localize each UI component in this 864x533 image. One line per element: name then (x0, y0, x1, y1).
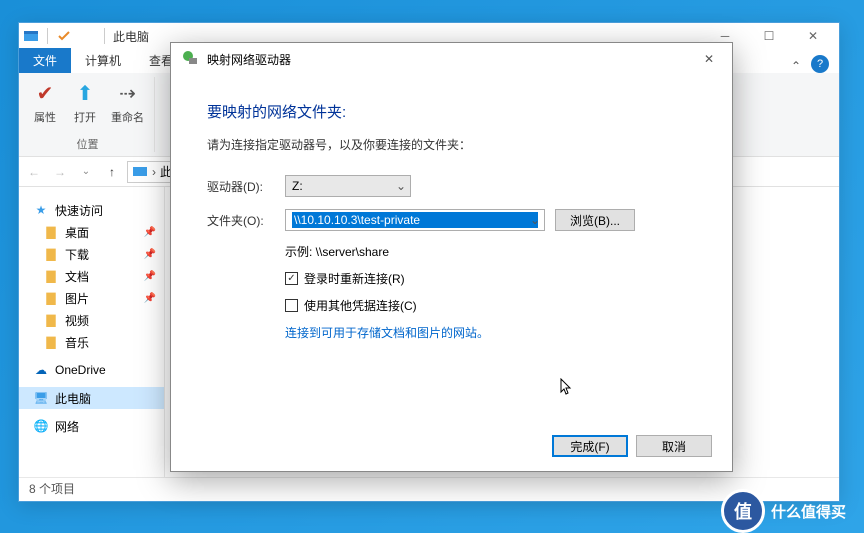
chevron-down-icon: ⌄ (396, 179, 406, 193)
cloud-icon: ☁ (33, 362, 49, 378)
pc-icon (132, 164, 148, 180)
pin-icon: 📌 (144, 227, 156, 238)
sidebar-item-documents[interactable]: ▇文档📌 (19, 265, 164, 287)
check-large-icon: ✔ (31, 79, 59, 107)
globe-drive-icon (181, 49, 199, 70)
nav-back-button[interactable]: ← (23, 161, 45, 183)
folder-icon: ▇ (43, 334, 59, 350)
sidebar-item-music[interactable]: ▇音乐 (19, 331, 164, 353)
app-icon (23, 28, 39, 44)
chevron-down-icon: ⌄ (530, 213, 540, 227)
folder-icon: ▇ (43, 224, 59, 240)
drive-label: 驱动器(D): (207, 178, 285, 195)
sidebar-item-videos[interactable]: ▇视频 (19, 309, 164, 331)
sidebar-item-quick-access[interactable]: ★快速访问 (19, 199, 164, 221)
connect-website-link[interactable]: 连接到可用于存储文档和图片的网站。 (285, 324, 696, 341)
other-credentials-checkbox[interactable]: 使用其他凭据连接(C) (285, 297, 696, 314)
example-text: 示例: \\server\share (285, 243, 696, 260)
sidebar-item-desktop[interactable]: ▇桌面📌 (19, 221, 164, 243)
drive-select[interactable]: Z:⌄ (285, 175, 411, 197)
open-button[interactable]: ⬆ 打开 (65, 77, 105, 127)
nav-up-button[interactable]: ↑ (101, 161, 123, 183)
checkbox-unchecked-icon (285, 299, 298, 312)
tab-computer[interactable]: 计算机 (71, 48, 135, 73)
ribbon-group-location: 位置 (77, 136, 99, 152)
folder-input[interactable]: ⌄ (285, 209, 545, 231)
folder-icon: ▇ (43, 246, 59, 262)
sidebar-item-this-pc[interactable]: 🖥此电脑 (19, 387, 164, 409)
browse-button[interactable]: 浏览(B)... (555, 209, 635, 231)
nav-history-button[interactable]: ⌄ (75, 161, 97, 183)
blank-icon[interactable] (80, 28, 96, 44)
cursor-icon (560, 378, 574, 399)
cancel-button[interactable]: 取消 (636, 435, 712, 457)
rename-button[interactable]: ⇢ 重命名 (105, 77, 150, 127)
folder-label: 文件夹(O): (207, 212, 285, 229)
dialog-titlebar: 映射网络驱动器 ✕ (171, 43, 732, 75)
help-button[interactable]: ? (811, 55, 829, 73)
close-button[interactable]: ✕ (791, 23, 835, 49)
pin-icon: 📌 (144, 293, 156, 304)
checkbox-checked-icon: ✓ (285, 272, 298, 285)
folder-icon: ▇ (43, 312, 59, 328)
sidebar-item-downloads[interactable]: ▇下载📌 (19, 243, 164, 265)
folder-icon: ▇ (43, 268, 59, 284)
watermark: 值 什么值得买 (721, 489, 846, 533)
watermark-logo: 值 (721, 489, 765, 533)
tab-file[interactable]: 文件 (19, 48, 71, 73)
map-network-drive-dialog: 映射网络驱动器 ✕ 要映射的网络文件夹: 请为连接指定驱动器号，以及你要连接的文… (170, 42, 733, 472)
sidebar-item-onedrive[interactable]: ☁OneDrive (19, 359, 164, 381)
pin-icon: 📌 (144, 271, 156, 282)
properties-button[interactable]: ✔ 属性 (25, 77, 65, 127)
ribbon-collapse-icon[interactable]: ⌃ (791, 59, 801, 73)
sidebar-item-pictures[interactable]: ▇图片📌 (19, 287, 164, 309)
network-icon: 🌐 (33, 418, 49, 434)
maximize-button[interactable]: ☐ (747, 23, 791, 49)
dialog-title: 映射网络驱动器 (207, 51, 291, 68)
dialog-close-button[interactable]: ✕ (696, 46, 722, 72)
status-bar: 8 个项目 (19, 477, 839, 499)
watermark-text: 什么值得买 (771, 501, 846, 522)
open-icon: ⬆ (71, 79, 99, 107)
rename-icon: ⇢ (114, 79, 142, 107)
dialog-instruction: 请为连接指定驱动器号，以及你要连接的文件夹： (207, 136, 696, 153)
check-icon[interactable] (56, 28, 72, 44)
folder-icon: ▇ (43, 290, 59, 306)
item-count: 8 个项目 (29, 480, 75, 497)
pin-icon: 📌 (144, 249, 156, 260)
navigation-pane: ★快速访问 ▇桌面📌 ▇下载📌 ▇文档📌 ▇图片📌 ▇视频 ▇音乐 ☁OneDr… (19, 187, 165, 477)
pc-icon: 🖥 (33, 390, 49, 406)
folder-path-field[interactable] (292, 212, 538, 228)
nav-forward-button[interactable]: → (49, 161, 71, 183)
sidebar-item-network[interactable]: 🌐网络 (19, 415, 164, 437)
finish-button[interactable]: 完成(F) (552, 435, 628, 457)
reconnect-checkbox[interactable]: ✓ 登录时重新连接(R) (285, 270, 696, 287)
dialog-heading: 要映射的网络文件夹: (207, 101, 696, 122)
star-icon: ★ (33, 202, 49, 218)
